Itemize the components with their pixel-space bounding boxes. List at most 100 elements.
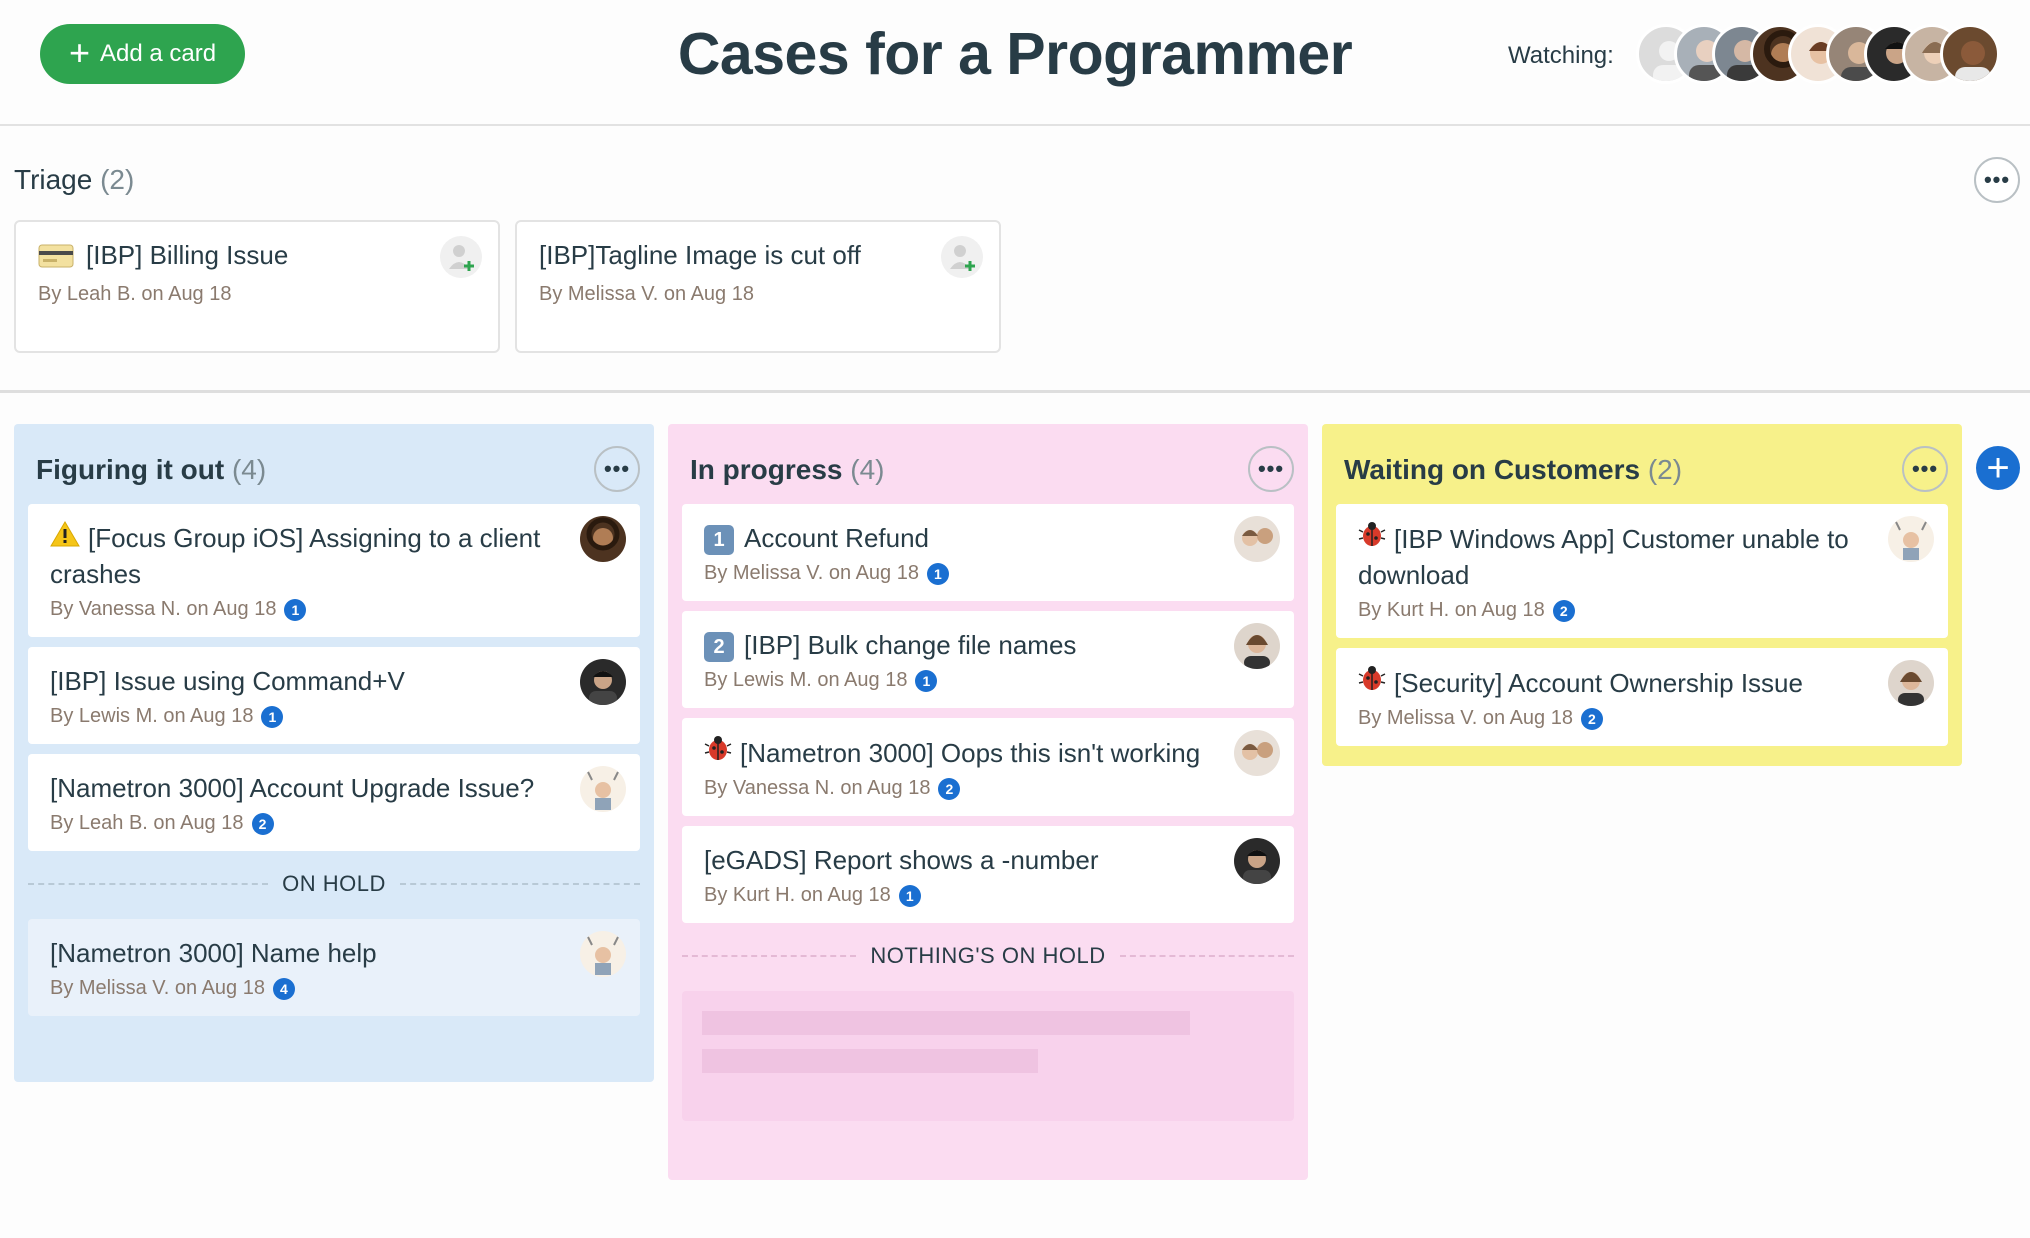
card-title-text: [IBP] Billing Issue [86, 240, 289, 270]
card-title: [Nametron 3000] Name help [50, 938, 377, 968]
card-title-text: [IBP Windows App] Customer unable to dow… [1358, 524, 1849, 590]
card-title: [eGADS] Report shows a -number [704, 845, 1099, 875]
card[interactable]: [Nametron 3000] Account Upgrade Issue? B… [28, 754, 640, 851]
column-figuring-it-out: Figuring it out (4) ••• [Focus Group iOS… [14, 424, 654, 1082]
comment-count-badge: 2 [1580, 707, 1603, 730]
column-title: In progress (4) [682, 440, 1294, 504]
byline-text: By Vanessa N. on Aug 18 [50, 598, 277, 620]
card-byline: By Melissa V. on Aug 18 4 [50, 977, 560, 1000]
byline-text: By Melissa V. on Aug 18 [1358, 707, 1573, 729]
column-waiting-on-customers: Waiting on Customers (2) ••• [IBP Window… [1322, 424, 1962, 766]
byline-text: By Kurt H. on Aug 18 [1358, 599, 1545, 621]
assign-user-icon[interactable] [941, 236, 983, 278]
card-byline: By Kurt H. on Aug 18 1 [704, 884, 1214, 907]
watchers-list[interactable] [1636, 24, 2000, 84]
column-title-text: Figuring it out [36, 454, 225, 485]
empty-hold-placeholder [682, 991, 1294, 1121]
card[interactable]: [IBP] Issue using Command+V By Lewis M. … [28, 647, 640, 744]
out-of-office-avatar[interactable] [1888, 516, 1934, 562]
byline-text: By Melissa V. on Aug 18 [704, 562, 919, 584]
card-byline: By Lewis M. on Aug 18 1 [704, 669, 1214, 692]
plus-icon: + [68, 31, 90, 73]
separator-line [28, 883, 269, 885]
column-title-text: Waiting on Customers [1344, 454, 1641, 485]
comment-count-badge: 2 [1552, 599, 1575, 622]
on-hold-separator: ON HOLD [28, 871, 640, 897]
card[interactable]: 2 [IBP] Bulk change file names By Lewis M… [682, 611, 1294, 708]
keycap-two-icon: 2 [704, 632, 734, 663]
add-column-button[interactable]: + [1976, 446, 2020, 490]
triage-divider [0, 390, 2030, 393]
warning-icon [50, 521, 80, 547]
column-menu-button[interactable]: ••• [1902, 446, 1948, 492]
comment-count-badge: 2 [251, 812, 274, 835]
separator-line [399, 883, 640, 885]
add-card-button[interactable]: + Add a card [40, 24, 245, 84]
avatar[interactable] [1888, 660, 1934, 706]
byline-text: By Melissa V. on Aug 18 [50, 977, 265, 999]
card-byline: By Melissa V. on Aug 18 2 [1358, 707, 1868, 730]
more-icon: ••• [1257, 456, 1285, 481]
bug-icon [704, 736, 732, 760]
credit-card-icon [38, 244, 74, 267]
triage-title: Triage (2) [14, 164, 134, 196]
avatar[interactable] [580, 516, 626, 562]
triage-card[interactable]: [IBP]Tagline Image is cut off By Melissa… [515, 220, 1001, 353]
card-title: 2 [IBP] Bulk change file names [704, 627, 1214, 663]
triage-menu-button[interactable]: ••• [1974, 157, 2020, 203]
column-menu-button[interactable]: ••• [1248, 446, 1294, 492]
column-title: Figuring it out (4) [28, 440, 640, 504]
on-hold-label: NOTHING'S ON HOLD [870, 943, 1106, 968]
comment-count-badge: 1 [898, 884, 921, 907]
byline-text: By Leah B. on Aug 18 [50, 812, 244, 834]
card-byline: By Leah B. on Aug 18 [38, 283, 232, 305]
header: + Add a card Cases for a Programmer Watc… [0, 0, 2030, 126]
avatar[interactable] [1234, 838, 1280, 884]
card[interactable]: [Focus Group iOS] Assigning to a client … [28, 504, 640, 637]
card-title: [Focus Group iOS] Assigning to a client … [50, 520, 560, 592]
card-title-text: [IBP] Bulk change file names [744, 630, 1077, 660]
card[interactable]: [IBP Windows App] Customer unable to dow… [1336, 504, 1948, 638]
column-count: (4) [850, 454, 885, 485]
card[interactable]: [eGADS] Report shows a -number By Kurt H… [682, 826, 1294, 923]
card-byline: By Leah B. on Aug 18 2 [50, 812, 560, 835]
card-title-text: [Nametron 3000] Oops this isn't working [740, 738, 1201, 768]
out-of-office-avatar[interactable] [580, 766, 626, 812]
card-title-text: Account Refund [744, 523, 930, 553]
on-hold-separator: NOTHING'S ON HOLD [682, 943, 1295, 969]
byline-text: By Lewis M. on Aug 18 [50, 705, 254, 727]
byline-text: By Kurt H. on Aug 18 [704, 884, 891, 906]
card-title: 1 Account Refund [704, 520, 1214, 556]
column-in-progress: In progress (4) ••• 1 Account Refund By M… [668, 424, 1308, 1180]
card-title: [IBP] Billing Issue [38, 240, 476, 271]
card[interactable]: [Nametron 3000] Name help By Melissa V. … [28, 919, 640, 1016]
out-of-office-avatar[interactable] [580, 931, 626, 977]
avatar[interactable] [1940, 24, 2000, 84]
separator-line [682, 955, 857, 957]
card[interactable]: [Nametron 3000] Oops this isn't working … [682, 718, 1294, 816]
byline-text: By Lewis M. on Aug 18 [704, 669, 908, 691]
avatar[interactable] [1234, 516, 1280, 562]
card[interactable]: 1 Account Refund By Melissa V. on Aug 18 … [682, 504, 1294, 601]
card[interactable]: [Security] Account Ownership Issue By Me… [1336, 648, 1948, 746]
assign-user-icon[interactable] [440, 236, 482, 278]
comment-count-badge: 1 [926, 562, 949, 585]
comment-count-badge: 4 [272, 977, 295, 1000]
comment-count-badge: 2 [938, 777, 961, 800]
card-title: [IBP Windows App] Customer unable to dow… [1358, 520, 1868, 593]
on-hold-label: ON HOLD [282, 871, 386, 896]
card-title: [Nametron 3000] Account Upgrade Issue? [50, 773, 535, 803]
avatar[interactable] [580, 659, 626, 705]
avatar[interactable] [1234, 730, 1280, 776]
column-menu-button[interactable]: ••• [594, 446, 640, 492]
avatar[interactable] [1234, 623, 1280, 669]
card-title-text: [IBP]Tagline Image is cut off [539, 240, 861, 270]
more-icon: ••• [1983, 167, 2011, 192]
card-title-text: [Focus Group iOS] Assigning to a client … [50, 523, 541, 589]
triage-card[interactable]: [IBP] Billing Issue By Leah B. on Aug 18 [14, 220, 500, 353]
placeholder-bar [702, 1049, 1038, 1073]
column-title-text: In progress [690, 454, 843, 485]
column-count: (2) [1647, 454, 1683, 485]
card-byline: By Lewis M. on Aug 18 1 [50, 705, 560, 728]
watching-label: Watching: [1508, 42, 1614, 69]
